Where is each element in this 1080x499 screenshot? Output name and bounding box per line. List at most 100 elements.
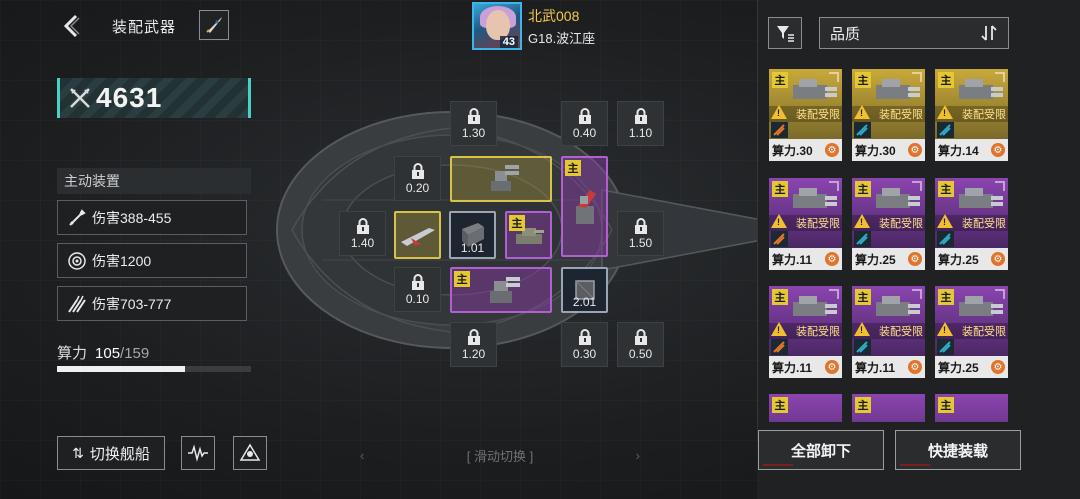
gear-icon: ⚙ xyxy=(825,143,839,157)
slot-unlock-cost: 0.50 xyxy=(628,346,653,361)
inventory-card-partial[interactable]: 主 xyxy=(852,394,925,422)
slot-unlock-cost: 1.40 xyxy=(350,235,375,250)
card-compute-bar: 算力.11 ⚙ xyxy=(769,248,842,270)
card-compute-value: 算力.11 xyxy=(772,252,813,267)
compute-readout: 算力 105/159 xyxy=(57,342,149,363)
lock-icon xyxy=(578,107,591,124)
ability-missile[interactable]: 伤害388-455 xyxy=(57,200,247,235)
gear-icon: ⚙ xyxy=(908,143,922,157)
quality-sort-select[interactable]: 品质 xyxy=(819,17,1009,49)
weapon-thumbnail-icon xyxy=(793,296,837,316)
inventory-card[interactable]: 主装配受限! 算力.30 ⚙ xyxy=(769,69,842,161)
swipe-right-arrow[interactable]: › xyxy=(636,448,640,463)
lock-icon xyxy=(634,107,647,124)
type-badge-icon xyxy=(854,231,871,247)
weapon-slot-purple-center[interactable]: 主 xyxy=(505,211,552,259)
gear-icon: ⚙ xyxy=(991,252,1005,266)
commander-avatar[interactable]: 43 xyxy=(472,2,522,50)
inventory-card[interactable]: 主装配受限! 算力.30 ⚙ xyxy=(852,69,925,161)
locked-slot[interactable]: 1.30 xyxy=(450,101,497,146)
main-tag: 主 xyxy=(565,160,581,176)
slot-unlock-cost: 0.10 xyxy=(405,291,430,306)
inventory-card[interactable]: 主装配受限! 算力.11 ⚙ xyxy=(769,286,842,378)
lock-icon xyxy=(467,107,480,124)
warning-icon: ! xyxy=(771,105,787,119)
inventory-card-partial[interactable]: 主 xyxy=(769,394,842,422)
wave-button[interactable] xyxy=(181,436,215,470)
commander-info[interactable]: 43 北武008 G18.波江座 xyxy=(472,2,595,50)
quick-equip-button[interactable]: 快捷装载 xyxy=(895,430,1021,470)
inventory-card-partial[interactable]: 主 xyxy=(935,394,1008,422)
triangle-formation-icon xyxy=(239,443,261,461)
weapon-slot-dark-center[interactable]: 1.01 xyxy=(449,211,496,259)
card-compute-bar: 算力.14 ⚙ xyxy=(935,139,1008,161)
inventory-card[interactable]: 主装配受限! 算力.11 ⚙ xyxy=(769,178,842,270)
type-badge-icon xyxy=(771,122,788,138)
card-compute-bar: 算力.11 ⚙ xyxy=(852,356,925,378)
gear-icon: ⚙ xyxy=(908,252,922,266)
weapon-slot-gold-left[interactable] xyxy=(394,211,441,259)
inventory-card[interactable]: 主装配受限! 算力.25 ⚙ xyxy=(852,178,925,270)
turret-icon xyxy=(491,165,519,191)
card-compute-bar: 算力.25 ⚙ xyxy=(935,248,1008,270)
card-main-tag: 主 xyxy=(855,289,871,305)
locked-slot[interactable]: 1.10 xyxy=(617,101,664,146)
inventory-card[interactable]: 主装配受限! 算力.25 ⚙ xyxy=(935,178,1008,270)
ability-multi-strike[interactable]: 伤害703-777 xyxy=(57,286,247,321)
card-main-tag: 主 xyxy=(772,72,788,88)
slot-unlock-cost: 1.30 xyxy=(461,125,486,140)
ability-shield[interactable]: 伤害1200 xyxy=(57,243,247,278)
gear-icon: ⚙ xyxy=(991,360,1005,374)
lock-icon xyxy=(634,217,647,234)
unequip-all-button[interactable]: 全部卸下 xyxy=(758,430,884,470)
inventory-card[interactable]: 主装配受限! 算力.11 ⚙ xyxy=(852,286,925,378)
locked-slot[interactable]: 1.50 xyxy=(617,211,664,256)
back-button[interactable] xyxy=(58,12,84,40)
weapon-slot-dark-right[interactable]: 2.01 xyxy=(561,267,608,313)
combat-power-box: 4631 xyxy=(57,78,251,118)
locked-slot[interactable]: 0.40 xyxy=(561,101,608,146)
chevron-left-icon xyxy=(63,14,80,38)
slot-unlock-cost: 1.10 xyxy=(628,125,653,140)
card-compute-value: 算力.25 xyxy=(855,252,896,267)
weapon-slot-purple-right[interactable]: 主 xyxy=(561,156,608,257)
card-main-tag: 主 xyxy=(772,181,788,197)
card-compute-bar: 算力.30 ⚙ xyxy=(769,139,842,161)
lock-icon xyxy=(578,328,591,345)
switch-ship-button[interactable]: ⇅ 切换舰船 xyxy=(57,436,165,470)
card-compute-bar: 算力.25 ⚙ xyxy=(935,356,1008,378)
weapon-slot-purple-bottom[interactable]: 主 xyxy=(450,267,552,313)
locked-slot[interactable]: 1.20 xyxy=(450,322,497,367)
gear-icon: ⚙ xyxy=(825,360,839,374)
sort-arrows-icon xyxy=(981,25,997,41)
locked-slot[interactable]: 0.20 xyxy=(394,156,441,201)
inventory-card[interactable]: 主装配受限! 算力.25 ⚙ xyxy=(935,286,1008,378)
lock-icon xyxy=(411,273,424,290)
compute-current: 105 xyxy=(95,345,121,362)
commander-name: 北武008 xyxy=(528,7,580,24)
ship-name: G18.波江座 xyxy=(528,30,596,46)
weapon-thumbnail-icon xyxy=(876,79,920,99)
filter-button[interactable] xyxy=(768,17,802,49)
switch-ship-label: 切换舰船 xyxy=(89,445,150,463)
locked-slot[interactable]: 0.50 xyxy=(617,322,664,367)
card-compute-value: 算力.11 xyxy=(772,360,813,375)
warning-icon: ! xyxy=(937,214,953,228)
formation-button[interactable] xyxy=(233,436,267,470)
warning-icon: ! xyxy=(854,105,870,119)
locked-slot[interactable]: 0.30 xyxy=(561,322,608,367)
inventory-card[interactable]: 主装配受限! 算力.14 ⚙ xyxy=(935,69,1008,161)
rocket-icon xyxy=(206,17,222,33)
weapon-slot-gold-top[interactable] xyxy=(450,156,552,202)
missile-icon xyxy=(66,207,88,229)
swipe-left-arrow[interactable]: ‹ xyxy=(360,448,364,463)
rocket-button[interactable] xyxy=(199,10,229,40)
quality-sort-label: 品质 xyxy=(830,25,861,43)
ability-label: 伤害388-455 xyxy=(92,209,172,226)
locked-slot[interactable]: 1.40 xyxy=(339,211,386,256)
waveform-icon xyxy=(188,444,208,462)
locked-slot[interactable]: 0.10 xyxy=(394,267,441,312)
slot-unlock-cost: 1.50 xyxy=(628,235,653,250)
type-badge-icon xyxy=(937,339,954,355)
type-badge-icon xyxy=(854,122,871,138)
